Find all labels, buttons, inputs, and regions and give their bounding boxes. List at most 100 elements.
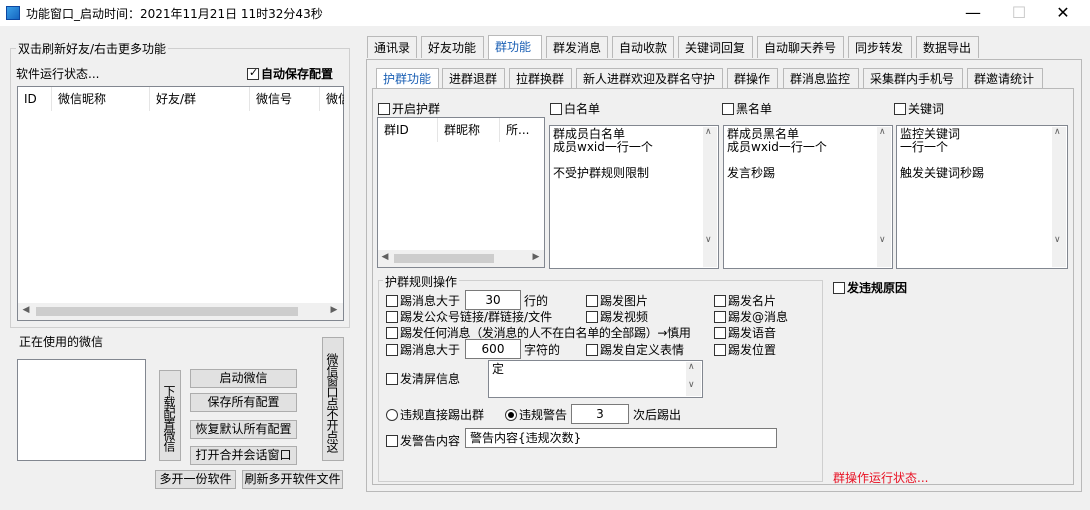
violation-reason-checkbox[interactable]: 发违规原因 xyxy=(833,279,907,296)
whitelist-textarea[interactable]: 群成员白名单 成员wxid一行一个 不受护群规则限制 xyxy=(549,125,719,269)
wechat-window-toggle-button[interactable]: 微信窗口点不开点这 xyxy=(322,337,344,461)
col-header-id[interactable]: ID xyxy=(18,87,52,111)
scroll-right-icon[interactable]: ▶ xyxy=(328,305,340,315)
kick-card-checkbox[interactable]: 踢发名片 xyxy=(714,292,776,309)
groups-scroll-right-icon[interactable]: ▶ xyxy=(530,252,542,262)
subtab-pull-switch[interactable]: 拉群换群 xyxy=(509,68,572,89)
minimize-button[interactable]: — xyxy=(950,0,996,26)
blacklist-vscroll[interactable]: ∧ ∨ xyxy=(877,127,891,267)
whitelist-check-icon xyxy=(550,102,562,115)
kick-video-label: 踢发视频 xyxy=(600,310,649,324)
restore-default-button[interactable]: 恢复默认所有配置 xyxy=(190,420,297,439)
warn-count-input[interactable]: 3 xyxy=(571,404,629,424)
run-status-label: 软件运行状态... xyxy=(16,67,100,81)
kick-over-lines-checkbox[interactable]: 踢消息大于 xyxy=(386,292,460,309)
keyword-textarea[interactable]: 监控关键词 一行一个 触发关键词秒踢 xyxy=(896,125,1068,269)
direct-kick-label: 违规直接踢出群 xyxy=(400,408,485,422)
clear-screen-vscroll[interactable]: ∧ ∨ xyxy=(686,362,701,396)
kick-location-check-icon xyxy=(714,343,726,356)
refresh-multi-button[interactable]: 刷新多开软件文件 xyxy=(242,470,343,489)
groups-scroll-left-icon[interactable]: ◀ xyxy=(379,252,391,262)
tab-auto-collect[interactable]: 自动收款 xyxy=(612,36,674,58)
whitelist-label: 白名单 xyxy=(564,102,601,116)
subtab-invite-stats[interactable]: 群邀请统计 xyxy=(967,68,1043,89)
close-button[interactable]: ✕ xyxy=(1040,0,1086,26)
tab-keyword-reply[interactable]: 关键词回复 xyxy=(678,36,753,58)
scroll-thumb[interactable] xyxy=(36,307,298,316)
groups-hscrollbar[interactable]: ◀ ▶ xyxy=(378,250,544,267)
subtab-msg-monitor[interactable]: 群消息监控 xyxy=(783,68,859,89)
save-all-button[interactable]: 保存所有配置 xyxy=(190,393,297,412)
auto-save-checkbox[interactable]: 自动保存配置 xyxy=(247,65,333,82)
direct-kick-radio-icon xyxy=(386,408,398,421)
kick-any-checkbox[interactable]: 踢发任何消息（发消息的人不在白名单的全部踢）→慎用 xyxy=(386,324,691,341)
col-header-group-id[interactable]: 群ID xyxy=(378,118,438,142)
kick-over-chars-checkbox[interactable]: 踢消息大于 xyxy=(386,341,460,358)
kick-voice-label: 踢发语音 xyxy=(728,326,777,340)
send-warning-checkbox[interactable]: 发警告内容 xyxy=(386,432,460,449)
groups-scroll-thumb[interactable] xyxy=(394,254,494,263)
kick-video-checkbox[interactable]: 踢发视频 xyxy=(586,308,648,325)
tab-group-functions[interactable]: 群功能 xyxy=(488,35,542,59)
col-header-wxid[interactable]: 微信号 xyxy=(250,87,320,111)
warn-kick-radio[interactable]: 违规警告 xyxy=(505,406,567,423)
kick-over-lines-label: 踢消息大于 xyxy=(400,294,461,308)
keyword-check-icon xyxy=(894,102,906,115)
enable-protect-label: 开启护群 xyxy=(392,102,441,116)
col-header-friend-group[interactable]: 好友/群 xyxy=(150,87,250,111)
col-header-group-owner[interactable]: 所... xyxy=(500,118,544,142)
keyword-checkbox[interactable]: 关键词 xyxy=(894,100,944,117)
tab-data-export[interactable]: 数据导出 xyxy=(916,36,979,58)
subtab-collect-phone[interactable]: 采集群内手机号 xyxy=(863,68,963,89)
maximize-button[interactable]: ☐ xyxy=(996,0,1042,26)
subtab-join-leave[interactable]: 进群退群 xyxy=(442,68,505,89)
clear-screen-checkbox[interactable]: 发清屏信息 xyxy=(386,370,460,387)
open-merge-window-button[interactable]: 打开合并会话窗口 xyxy=(190,446,297,465)
friends-hscrollbar[interactable]: ◀ ▶ xyxy=(18,303,343,320)
kick-any-check-icon xyxy=(386,326,398,339)
tab-auto-chat[interactable]: 自动聊天养号 xyxy=(757,36,844,58)
start-wechat-button[interactable]: 启动微信 xyxy=(190,369,297,388)
subtab-group-ops[interactable]: 群操作 xyxy=(727,68,778,89)
col-header-nickname[interactable]: 微信昵称 xyxy=(52,87,150,111)
keyword-vscroll[interactable]: ∧ ∨ xyxy=(1052,127,1066,267)
lines-unit-label: 行的 xyxy=(524,294,549,308)
enable-protect-check-icon xyxy=(378,102,390,115)
warning-content-input[interactable]: 警告内容{违规次数} xyxy=(465,428,777,448)
download-wechat-button[interactable]: 下载配置微信 xyxy=(159,370,181,461)
friends-list[interactable]: ID 微信昵称 好友/群 微信号 微信 ◀ ▶ xyxy=(17,86,344,321)
violation-reason-check-icon xyxy=(833,281,845,294)
subtab-protect[interactable]: 护群功能 xyxy=(376,68,439,89)
scroll-left-icon[interactable]: ◀ xyxy=(20,305,32,315)
kick-over-chars-input[interactable]: 600 xyxy=(465,339,521,359)
blacklist-textarea[interactable]: 群成员黑名单 成员wxid一行一个 发言秒踢 xyxy=(723,125,893,269)
warn-kick-label: 违规警告 xyxy=(519,408,568,422)
kick-image-checkbox[interactable]: 踢发图片 xyxy=(586,292,648,309)
kick-card-label: 踢发名片 xyxy=(728,294,777,308)
direct-kick-radio[interactable]: 违规直接踢出群 xyxy=(386,406,484,423)
whitelist-vscroll[interactable]: ∧ ∨ xyxy=(703,127,717,267)
col-header-wechat[interactable]: 微信 xyxy=(320,87,344,111)
kick-emoji-checkbox[interactable]: 踢发自定义表情 xyxy=(586,341,684,358)
tab-mass-message[interactable]: 群发消息 xyxy=(546,36,608,58)
kick-links-checkbox[interactable]: 踢发公众号链接/群链接/文件 xyxy=(386,308,552,325)
col-header-group-nickname[interactable]: 群昵称 xyxy=(438,118,500,142)
protected-groups-list[interactable]: 群ID 群昵称 所... ◀ ▶ xyxy=(377,117,545,268)
current-wechat-box xyxy=(17,359,146,461)
blacklist-checkbox[interactable]: 黑名单 xyxy=(722,100,772,117)
tab-contacts[interactable]: 通讯录 xyxy=(367,36,417,58)
kick-at-checkbox[interactable]: 踢发@消息 xyxy=(714,308,788,325)
kick-over-lines-check-icon xyxy=(386,294,398,307)
clear-screen-textarea[interactable]: 定 xyxy=(488,360,703,398)
warn-kick-radio-icon xyxy=(505,408,517,421)
kick-voice-checkbox[interactable]: 踢发语音 xyxy=(714,324,776,341)
whitelist-checkbox[interactable]: 白名单 xyxy=(550,100,600,117)
subtab-welcome[interactable]: 新人进群欢迎及群名守护 xyxy=(576,68,723,89)
kick-over-lines-input[interactable]: 30 xyxy=(465,290,521,310)
enable-protect-checkbox[interactable]: 开启护群 xyxy=(378,100,440,117)
tab-sync-forward[interactable]: 同步转发 xyxy=(848,36,912,58)
tab-friend-functions[interactable]: 好友功能 xyxy=(421,36,484,58)
blacklist-label: 黑名单 xyxy=(736,102,773,116)
kick-location-checkbox[interactable]: 踢发位置 xyxy=(714,341,776,358)
multi-open-button[interactable]: 多开一份软件 xyxy=(155,470,236,489)
